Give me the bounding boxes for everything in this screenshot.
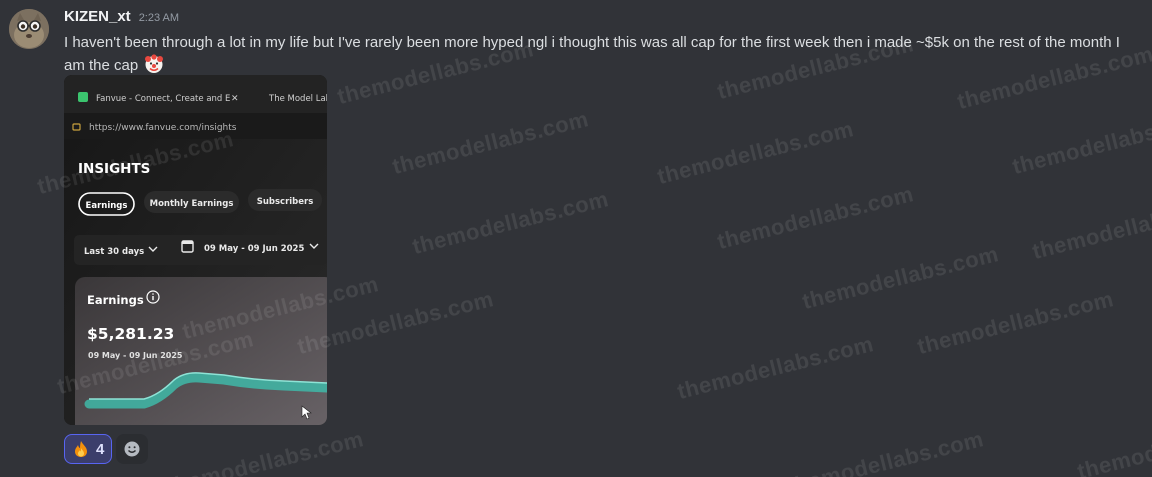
tab-monthly-earnings-label: Monthly Earnings <box>150 199 234 209</box>
message-content: I haven't been through a lot in my life … <box>64 32 1144 77</box>
range-select: Last 30 days <box>84 247 144 257</box>
tab-subscribers-label: Subscribers <box>257 197 314 207</box>
message-header: KIZEN_xt 2:23 AM <box>64 8 179 28</box>
message-timestamp[interactable]: 2:23 AM <box>139 12 179 24</box>
smiley-add-reaction-icon <box>124 441 140 457</box>
message-text: I haven't been through a lot in my life … <box>64 34 1120 74</box>
reaction-count: 4 <box>96 440 105 458</box>
fanvue-favicon-icon <box>78 92 88 102</box>
earnings-value: $5,281.23 <box>87 325 174 343</box>
insights-title: INSIGHTS <box>78 161 150 177</box>
fire-emoji-icon <box>75 441 87 457</box>
username[interactable]: KIZEN_xt <box>64 8 131 25</box>
browser-tab-2: The Model Labs <box>268 94 327 104</box>
tab-close-icon: ✕ <box>231 94 239 104</box>
reactions-bar: 4 <box>64 434 149 464</box>
url-text: https://www.fanvue.com/insights <box>89 123 237 133</box>
avatar-cat-image <box>9 9 49 49</box>
date-range: 09 May - 09 Jun 2025 <box>204 244 304 254</box>
earnings-date-range: 09 May - 09 Jun 2025 <box>88 351 183 360</box>
tab-earnings-label: Earnings <box>86 201 128 211</box>
add-reaction-button[interactable] <box>116 434 149 464</box>
earnings-card-title: Earnings <box>87 293 144 307</box>
fanvue-screenshot: Fanvue - Connect, Create and E ✕ The Mod… <box>64 75 327 425</box>
image-attachment[interactable]: Fanvue - Connect, Create and E ✕ The Mod… <box>64 75 327 425</box>
chat-message: KIZEN_xt 2:23 AM I haven't been through … <box>0 0 1152 477</box>
reaction-fire[interactable]: 4 <box>64 434 113 464</box>
user-avatar[interactable] <box>9 9 49 49</box>
clown-face-emoji <box>144 54 164 74</box>
browser-tab-1: Fanvue - Connect, Create and E <box>96 94 230 104</box>
